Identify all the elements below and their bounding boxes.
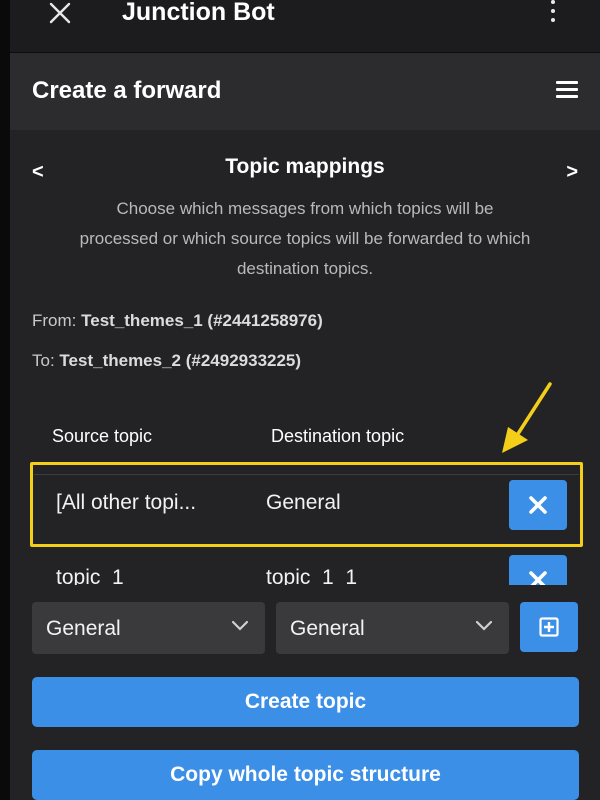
- app-panel: Junction Bot Create a forward < Topic ma…: [10, 0, 600, 800]
- close-icon: [529, 571, 547, 585]
- source-topic-cell: topic_1: [56, 566, 124, 585]
- page-title: Create a forward: [32, 77, 222, 104]
- destination-topic-cell: topic_1_1: [266, 566, 358, 585]
- section-description: Choose which messages from which topics …: [79, 199, 531, 278]
- top-bar: Junction Bot: [10, 0, 600, 53]
- section-title: Topic mappings: [225, 155, 385, 178]
- highlight-box: [30, 462, 583, 547]
- add-mapping-button[interactable]: [520, 602, 578, 652]
- chevron-down-icon: [475, 620, 493, 631]
- to-label: To:: [32, 351, 55, 370]
- from-value: Test_themes_1 (#2441258976): [81, 311, 323, 330]
- source-topic-header: Source topic: [52, 426, 153, 446]
- to-value: Test_themes_2 (#2492933225): [59, 351, 302, 370]
- from-info: From: Test_themes_1 (#2441258976): [32, 311, 323, 331]
- source-select-value: General: [46, 617, 121, 640]
- delete-mapping-button[interactable]: [509, 555, 567, 585]
- table-scroll-area: topic_1 topic_1_1: [10, 550, 600, 585]
- copy-topic-structure-button[interactable]: Copy whole topic structure: [32, 750, 579, 800]
- chevron-down-icon: [231, 620, 249, 631]
- close-icon: [49, 2, 71, 24]
- from-label: From:: [32, 311, 77, 330]
- close-button[interactable]: [46, 0, 74, 26]
- create-topic-button[interactable]: Create topic: [32, 677, 579, 727]
- annotation-arrow-icon: [502, 382, 552, 453]
- next-step-button[interactable]: >: [566, 161, 578, 184]
- app-title: Junction Bot: [122, 0, 275, 26]
- hamburger-menu-icon[interactable]: [556, 81, 578, 99]
- table-row: topic_1 topic_1_1: [34, 550, 579, 585]
- destination-topic-select[interactable]: General: [276, 602, 509, 654]
- destination-topic-header: Destination topic: [271, 426, 405, 446]
- page-header: Create a forward: [10, 53, 600, 130]
- plus-square-icon: [539, 617, 559, 637]
- destination-select-value: General: [290, 617, 365, 640]
- left-edge: [0, 0, 10, 800]
- to-info: To: Test_themes_2 (#2492933225): [32, 351, 301, 371]
- source-topic-select[interactable]: General: [32, 602, 265, 654]
- kebab-menu-icon[interactable]: [548, 0, 558, 26]
